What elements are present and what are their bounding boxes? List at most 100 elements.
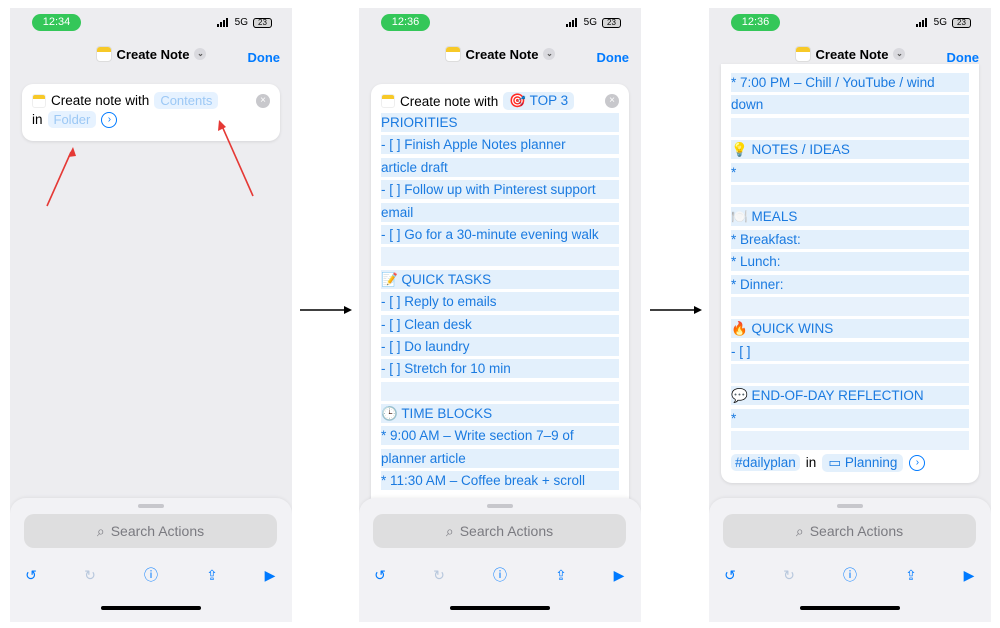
create-note-action-card[interactable]: Create note with 🎯 TOP 3 PRIORITIES - [ ]…	[371, 84, 629, 524]
note-line[interactable]	[731, 364, 969, 384]
note-contents[interactable]: * 7:00 PM – Chill / YouTube / wind down 💡 …	[721, 73, 979, 451]
share-icon[interactable]: ⇪	[203, 566, 221, 584]
battery-icon: 23	[952, 17, 971, 28]
editor-toolbar: ↺ ↻ ⓘ ⇪ ▶	[709, 566, 991, 586]
time-pill: 12:36	[381, 14, 430, 31]
shortcut-title: Create Note	[465, 46, 539, 62]
in-label: in	[805, 455, 817, 471]
note-line[interactable]: *	[731, 162, 969, 182]
bottom-sheet: ⌕ Search Actions ↺ ↻ ⓘ ⇪ ▶	[709, 498, 991, 622]
search-placeholder: Search Actions	[459, 523, 554, 539]
info-icon[interactable]: ⓘ	[142, 566, 160, 584]
note-line[interactable]: * 7:00 PM – Chill / YouTube / wind	[731, 73, 969, 92]
note-line[interactable]: - [ ]	[731, 341, 969, 361]
phone-screen-2: 12:36 5G 23 Create Note ⌄ Done Create not…	[359, 8, 641, 622]
search-placeholder: Search Actions	[809, 523, 904, 539]
undo-icon[interactable]: ↺	[721, 566, 739, 584]
note-line[interactable]	[731, 184, 969, 204]
search-icon: ⌕	[445, 522, 454, 539]
info-icon[interactable]: ⓘ	[841, 566, 859, 584]
note-line[interactable]: - [ ] Clean desk	[381, 314, 619, 334]
note-line[interactable]: * Lunch:	[731, 252, 969, 272]
network-label: 5G	[583, 17, 597, 28]
phone-screen-3: 12:36 5G 23 Create Note ⌄ Done * 7:00 PM …	[709, 8, 991, 622]
note-line[interactable]	[381, 381, 619, 401]
sheet-grabber[interactable]	[487, 504, 513, 508]
chevron-down-icon[interactable]: ⌄	[543, 48, 556, 60]
status-bar: 5G 23	[565, 17, 621, 28]
search-icon: ⌕	[795, 522, 804, 539]
note-line[interactable]: *	[731, 408, 969, 428]
folder-token[interactable]: ▭ Planning	[822, 453, 904, 472]
search-actions-field[interactable]: ⌕ Search Actions	[723, 514, 976, 548]
note-line[interactable]: 🕒 TIME BLOCKS	[381, 404, 619, 424]
note-line[interactable]: 💬 END-OF-DAY REFLECTION	[731, 386, 969, 406]
note-line[interactable]: - [ ] Finish Apple Notes planner	[381, 135, 619, 155]
action-prefix: Create note with	[400, 93, 499, 109]
search-actions-field[interactable]: ⌕ Search Actions	[373, 514, 626, 548]
folder-name: Planning	[844, 454, 898, 470]
share-icon[interactable]: ⇪	[902, 566, 920, 584]
top3-text: TOP 3	[529, 93, 569, 108]
sheet-grabber[interactable]	[138, 504, 164, 508]
editor-toolbar: ↺ ↻ ⓘ ⇪ ▶	[10, 566, 292, 586]
note-line[interactable]: email	[381, 202, 619, 222]
note-line[interactable]: * 9:00 AM – Write section 7–9 of	[381, 426, 619, 446]
note-line[interactable]: - [ ] Go for a 30-minute evening walk	[381, 224, 619, 244]
note-line[interactable]: - [ ] Stretch for 10 min	[381, 359, 619, 379]
undo-icon[interactable]: ↺	[371, 566, 389, 584]
contents-token-start[interactable]: 🎯 TOP 3	[503, 92, 575, 110]
time-pill: 12:36	[731, 14, 780, 31]
home-indicator	[800, 606, 900, 610]
note-contents[interactable]: PRIORITIES - [ ] Finish Apple Notes plann…	[371, 113, 629, 491]
note-line[interactable]	[731, 117, 969, 137]
note-line[interactable]: - [ ] Reply to emails	[381, 292, 619, 312]
remove-action-icon[interactable]: ×	[605, 94, 619, 108]
create-note-action-card[interactable]: * 7:00 PM – Chill / YouTube / wind down 💡 …	[721, 64, 979, 483]
note-line[interactable]: * Dinner:	[731, 274, 969, 294]
note-line[interactable]: - [ ] Do laundry	[381, 336, 619, 356]
bottom-sheet: ⌕ Search Actions ↺ ↻ ⓘ ⇪ ▶	[359, 498, 641, 622]
notes-app-icon	[794, 46, 811, 62]
note-line[interactable]: 🔥 QUICK WINS	[731, 319, 969, 339]
home-indicator	[450, 606, 550, 610]
info-icon[interactable]: ⓘ	[491, 566, 509, 584]
undo-icon[interactable]: ↺	[22, 566, 40, 584]
search-placeholder: Search Actions	[110, 523, 205, 539]
note-line[interactable]: 📝 QUICK TASKS	[381, 269, 619, 289]
note-line[interactable]: 💡 NOTES / IDEAS	[731, 140, 969, 160]
search-actions-field[interactable]: ⌕ Search Actions	[24, 514, 277, 548]
redo-icon[interactable]: ↻	[81, 566, 99, 584]
note-line[interactable]	[731, 296, 969, 316]
note-line[interactable]: * 11:30 AM – Coffee break + scroll	[381, 471, 619, 491]
tag-token[interactable]: #dailyplan	[731, 454, 800, 472]
notes-app-icon	[444, 46, 461, 62]
action-header: Create note with 🎯 TOP 3	[371, 92, 629, 110]
note-line[interactable]: down	[731, 95, 969, 115]
note-line[interactable]: - [ ] Follow up with Pinterest support	[381, 180, 619, 200]
note-line[interactable]	[731, 431, 969, 451]
chevron-down-icon[interactable]: ⌄	[893, 48, 906, 60]
note-line[interactable]	[381, 247, 619, 267]
phone-screen-1: 12:34 5G 23 Create Note ⌄ Done Create not…	[10, 8, 292, 622]
search-icon: ⌕	[96, 522, 105, 539]
redo-icon[interactable]: ↻	[780, 566, 798, 584]
note-line[interactable]: * Breakfast:	[731, 229, 969, 249]
share-icon[interactable]: ⇪	[552, 566, 570, 584]
note-line[interactable]: planner article	[381, 448, 619, 468]
sheet-grabber[interactable]	[837, 504, 863, 508]
signal-icon	[915, 18, 929, 27]
note-line[interactable]: 🍽️ MEALS	[731, 207, 969, 227]
target-emoji: 🎯	[509, 93, 527, 108]
expand-icon[interactable]: ›	[909, 454, 926, 471]
note-line[interactable]: article draft	[381, 157, 619, 177]
play-icon[interactable]: ▶	[960, 566, 978, 584]
done-button[interactable]: Done	[597, 50, 630, 65]
note-line[interactable]: PRIORITIES	[381, 113, 619, 132]
signal-icon	[565, 18, 579, 27]
done-button[interactable]: Done	[947, 50, 980, 65]
redo-icon[interactable]: ↻	[430, 566, 448, 584]
editor-toolbar: ↺ ↻ ⓘ ⇪ ▶	[359, 566, 641, 586]
play-icon[interactable]: ▶	[610, 566, 628, 584]
play-icon[interactable]: ▶	[261, 566, 279, 584]
